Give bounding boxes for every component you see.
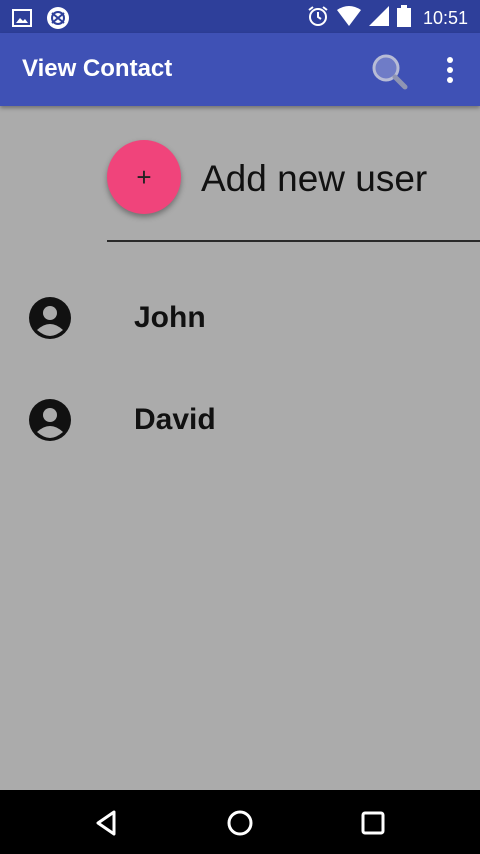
signal-icon: [368, 6, 389, 31]
home-icon: [227, 810, 253, 836]
account-circle-icon: [29, 399, 71, 441]
contact-row[interactable]: John: [0, 288, 480, 348]
image-icon: [12, 9, 32, 32]
navigation-bar: [0, 790, 480, 854]
search-icon: [372, 54, 408, 90]
recents-button[interactable]: [356, 806, 390, 840]
add-user-label[interactable]: Add new user: [201, 158, 427, 200]
search-button[interactable]: [369, 51, 409, 91]
account-circle-icon: [29, 297, 71, 339]
status-bar: 10:51: [0, 0, 480, 33]
home-button[interactable]: [223, 806, 257, 840]
contact-name: David: [134, 403, 216, 436]
divider: [107, 240, 480, 242]
back-icon: [96, 810, 116, 836]
alarm-icon: [307, 5, 329, 32]
plus-icon: +: [136, 161, 152, 192]
overflow-menu-button[interactable]: [438, 53, 462, 87]
app-title: View Contact: [22, 55, 173, 82]
wifi-icon: [336, 6, 361, 31]
contact-row[interactable]: David: [0, 390, 480, 450]
add-user-fab[interactable]: +: [107, 140, 181, 214]
battery-icon: [396, 5, 411, 32]
app-bar: View Contact: [0, 33, 480, 106]
back-button[interactable]: [90, 806, 124, 840]
recents-icon: [361, 811, 385, 835]
aperture-icon: [46, 6, 70, 35]
status-time: 10:51: [422, 8, 468, 28]
more-vert-icon: [447, 57, 453, 83]
contact-name: John: [134, 301, 206, 334]
